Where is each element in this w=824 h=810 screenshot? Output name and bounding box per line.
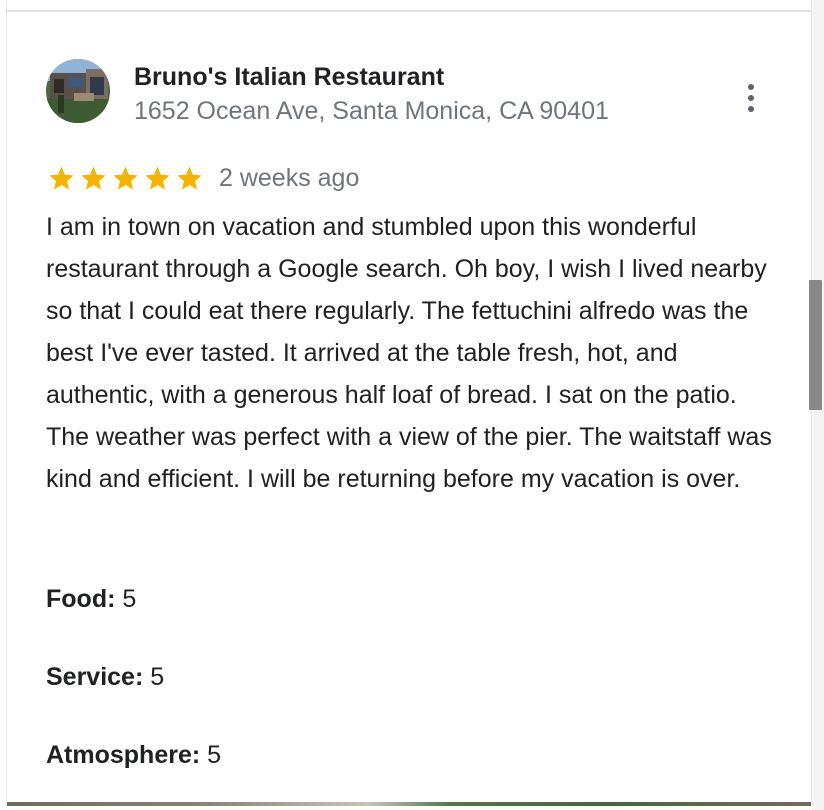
star-icon <box>81 166 106 189</box>
atmosphere-value: 5 <box>207 741 222 769</box>
service-value: 5 <box>150 663 165 691</box>
food-value: 5 <box>122 585 137 613</box>
place-avatar[interactable] <box>46 59 110 123</box>
review-card: Bruno's Italian Restaurant 1652 Ocean Av… <box>6 0 812 806</box>
place-name[interactable]: Bruno's Italian Restaurant <box>134 63 444 92</box>
atmosphere-label: Atmosphere: <box>46 741 201 769</box>
more-vert-icon <box>748 84 754 90</box>
review-text: I am in town on vacation and stumbled up… <box>46 213 772 493</box>
atmosphere-rating: Atmosphere: 5 <box>46 741 221 770</box>
food-rating: Food: 5 <box>46 585 136 614</box>
star-rating <box>47 164 204 193</box>
review-photos-strip[interactable] <box>7 802 811 806</box>
review-date: 2 weeks ago <box>219 163 360 192</box>
place-address: 1652 Ocean Ave, Santa Monica, CA 90401 <box>134 97 609 125</box>
star-icon <box>177 166 202 189</box>
service-label: Service: <box>46 663 144 691</box>
service-rating: Service: 5 <box>46 663 164 692</box>
star-icon <box>113 166 138 189</box>
scrollbar-thumb[interactable] <box>809 280 822 410</box>
star-icon <box>145 166 170 189</box>
storefront-photo-icon <box>46 59 110 123</box>
food-label: Food: <box>46 585 116 613</box>
more-options-button[interactable] <box>737 80 765 116</box>
review-rating: 2 weeks ago <box>47 161 359 195</box>
divider <box>7 10 811 12</box>
star-icon <box>49 166 74 189</box>
